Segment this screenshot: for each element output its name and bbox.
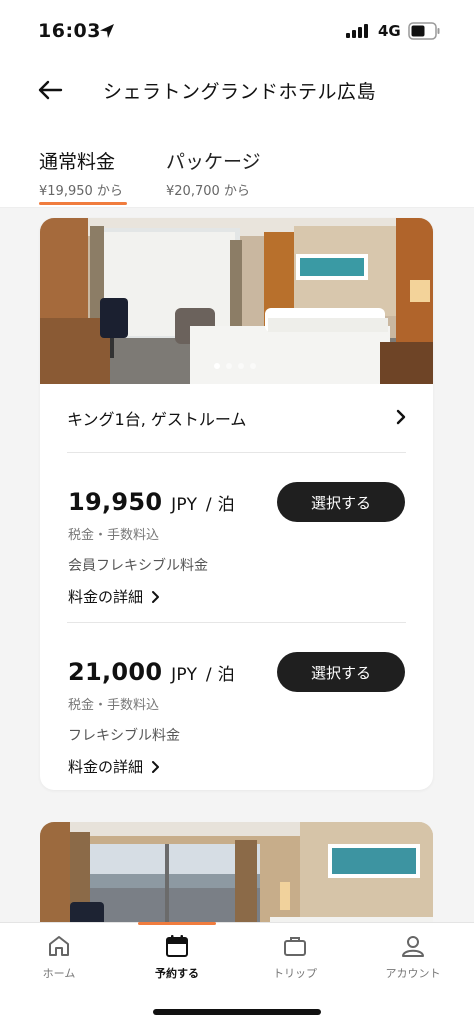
tab-account[interactable]: アカウント — [368, 933, 458, 981]
rate-price: 19,950 JPY / 泊 — [68, 488, 235, 516]
rate-plan-name: フレキシブル料金 — [68, 728, 180, 744]
active-tab-indicator — [138, 922, 216, 925]
network-type: 4G — [378, 22, 401, 40]
chevron-right-icon — [396, 409, 406, 425]
pager-dot — [226, 363, 232, 369]
rate-details-label: 料金の詳細 — [68, 588, 144, 606]
calendar-icon — [166, 935, 188, 957]
pager-dot — [238, 363, 244, 369]
tax-note: 税金・手数料込 — [68, 528, 160, 543]
rate-details-label: 料金の詳細 — [68, 758, 144, 776]
pager-dot — [250, 363, 256, 369]
rate-per-night: / 泊 — [205, 495, 235, 515]
rate-price: 21,000 JPY / 泊 — [68, 658, 235, 686]
signal-bars-icon — [346, 24, 368, 38]
room-type-row[interactable]: キング1台, ゲストルーム — [40, 384, 433, 452]
room-photo[interactable] — [40, 822, 433, 932]
rate-option: 19,950 JPY / 泊 税金・手数料込 会員フレキシブル料金 料金の詳細 … — [40, 452, 433, 622]
rate-tabs: 通常料金 ¥19,950 から パッケージ ¥20,700 から — [0, 120, 474, 208]
tab-price: ¥19,950 から — [39, 184, 123, 199]
pager-dot — [214, 363, 220, 369]
rate-currency: JPY — [171, 495, 198, 515]
tab-label: トリップ — [273, 967, 317, 980]
rate-currency: JPY — [171, 665, 198, 685]
rate-details-link[interactable]: 料金の詳細 — [68, 586, 161, 607]
status-time: 16:03 — [38, 20, 101, 42]
tab-trips[interactable]: トリップ — [250, 933, 340, 981]
room-photo[interactable] — [40, 218, 433, 384]
rate-option: 21,000 JPY / 泊 税金・手数料込 フレキシブル料金 料金の詳細 選択… — [40, 622, 433, 790]
tab-package[interactable]: パッケージ ¥20,700 から — [166, 147, 261, 199]
active-tab-underline — [39, 202, 127, 205]
rate-amount: 19,950 — [68, 488, 163, 516]
tab-label: アカウント — [385, 967, 441, 980]
status-bar: 16:03 4G — [0, 0, 474, 60]
suitcase-icon — [284, 937, 306, 956]
tax-note: 税金・手数料込 — [68, 698, 160, 713]
chevron-right-icon — [152, 590, 160, 603]
home-icon — [49, 936, 69, 956]
tab-label: 予約する — [155, 967, 199, 980]
tab-home[interactable]: ホーム — [14, 933, 104, 981]
person-icon — [402, 936, 424, 957]
tab-book[interactable]: 予約する — [132, 933, 222, 981]
rate-amount: 21,000 — [68, 658, 163, 686]
chevron-right-icon — [152, 760, 160, 773]
tab-label: 通常料金 — [39, 151, 116, 173]
room-type-name: キング1台, ゲストルーム — [67, 410, 247, 429]
room-card: キング1台, ゲストルーム 19,950 JPY / 泊 税金・手数料込 会員フ… — [40, 218, 433, 790]
tab-price: ¥20,700 から — [166, 184, 250, 199]
tab-label: ホーム — [42, 967, 76, 980]
battery-icon — [408, 22, 440, 40]
home-indicator — [153, 1009, 321, 1015]
tab-regular-rate[interactable]: 通常料金 ¥19,950 から — [39, 147, 123, 199]
photo-pager[interactable] — [214, 363, 256, 369]
rate-per-night: / 泊 — [205, 665, 235, 685]
rate-details-link[interactable]: 料金の詳細 — [68, 756, 161, 777]
location-arrow-icon — [100, 24, 114, 38]
page-title: シェラトングランドホテル広島 — [103, 81, 377, 103]
back-arrow-icon[interactable] — [36, 76, 64, 104]
select-rate-button[interactable]: 選択する — [277, 652, 405, 692]
rate-plan-name: 会員フレキシブル料金 — [68, 558, 208, 574]
tab-label: パッケージ — [166, 151, 261, 173]
app-header: シェラトングランドホテル広島 — [0, 60, 474, 120]
bottom-tab-bar: ホーム 予約する トリップ アカウント — [0, 922, 474, 1024]
select-rate-button[interactable]: 選択する — [277, 482, 405, 522]
room-card — [40, 822, 433, 932]
